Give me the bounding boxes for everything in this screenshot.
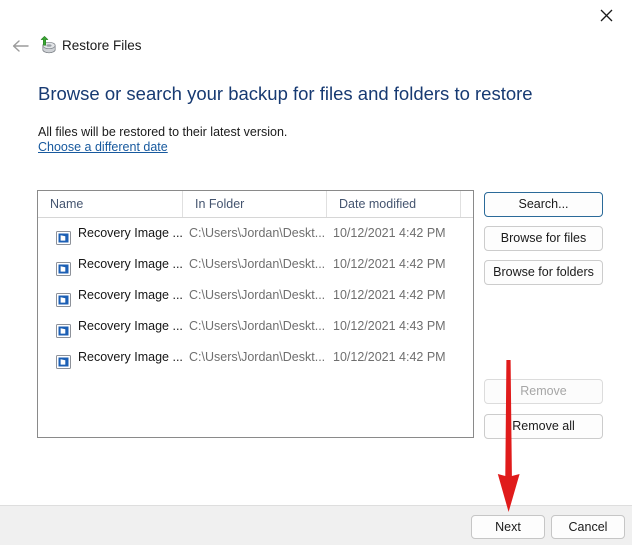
column-header-date-modified[interactable]: Date modified bbox=[327, 191, 461, 217]
image-file-icon bbox=[56, 257, 71, 271]
cell-in-folder: C:\Users\Jordan\Deskt... bbox=[183, 280, 327, 311]
page-title: Browse or search your backup for files a… bbox=[38, 82, 533, 106]
cell-in-folder: C:\Users\Jordan\Deskt... bbox=[183, 342, 327, 373]
footer-bar: Next Cancel bbox=[0, 505, 632, 545]
search-button[interactable]: Search... bbox=[484, 192, 603, 217]
cell-date-modified: 10/12/2021 4:42 PM bbox=[327, 280, 461, 311]
browse-for-files-button[interactable]: Browse for files bbox=[484, 226, 603, 251]
restore-files-icon bbox=[37, 36, 57, 56]
file-list[interactable]: Name In Folder Date modified Recovery Im… bbox=[37, 190, 474, 438]
table-row[interactable]: Recovery Image ...C:\Users\Jordan\Deskt.… bbox=[38, 311, 473, 342]
image-file-icon bbox=[56, 350, 71, 364]
file-list-rows: Recovery Image ...C:\Users\Jordan\Deskt.… bbox=[38, 218, 473, 373]
cell-date-modified: 10/12/2021 4:43 PM bbox=[327, 311, 461, 342]
remove-button: Remove bbox=[484, 379, 603, 404]
cell-date-modified: 10/12/2021 4:42 PM bbox=[327, 342, 461, 373]
choose-different-date-link[interactable]: Choose a different date bbox=[38, 139, 168, 155]
remove-all-button[interactable]: Remove all bbox=[484, 414, 603, 439]
file-name-label: Recovery Image ... bbox=[78, 350, 183, 364]
table-row[interactable]: Recovery Image ...C:\Users\Jordan\Deskt.… bbox=[38, 280, 473, 311]
file-name-label: Recovery Image ... bbox=[78, 288, 183, 302]
cell-in-folder: C:\Users\Jordan\Deskt... bbox=[183, 249, 327, 280]
page-subtitle: All files will be restored to their late… bbox=[38, 124, 287, 140]
navigation-bar: Restore Files bbox=[0, 32, 632, 60]
file-name-label: Recovery Image ... bbox=[78, 319, 183, 333]
back-button[interactable] bbox=[6, 32, 34, 60]
close-icon bbox=[600, 9, 613, 22]
cell-date-modified: 10/12/2021 4:42 PM bbox=[327, 218, 461, 249]
file-name-label: Recovery Image ... bbox=[78, 257, 183, 271]
table-row[interactable]: Recovery Image ...C:\Users\Jordan\Deskt.… bbox=[38, 249, 473, 280]
table-row[interactable]: Recovery Image ...C:\Users\Jordan\Deskt.… bbox=[38, 218, 473, 249]
window-close-button[interactable] bbox=[580, 0, 632, 30]
column-header-name[interactable]: Name bbox=[38, 191, 183, 217]
column-header-spacer[interactable] bbox=[461, 191, 473, 217]
file-list-header: Name In Folder Date modified bbox=[38, 191, 473, 218]
cell-in-folder: C:\Users\Jordan\Deskt... bbox=[183, 311, 327, 342]
cell-name: Recovery Image ... bbox=[38, 311, 183, 342]
image-file-icon bbox=[56, 319, 71, 333]
cell-name: Recovery Image ... bbox=[38, 342, 183, 373]
cell-name: Recovery Image ... bbox=[38, 218, 183, 249]
column-header-in-folder[interactable]: In Folder bbox=[183, 191, 327, 217]
image-file-icon bbox=[56, 226, 71, 240]
cell-date-modified: 10/12/2021 4:42 PM bbox=[327, 249, 461, 280]
cancel-button[interactable]: Cancel bbox=[551, 515, 625, 539]
cell-name: Recovery Image ... bbox=[38, 249, 183, 280]
image-file-icon bbox=[56, 288, 71, 302]
cell-name: Recovery Image ... bbox=[38, 280, 183, 311]
browse-for-folders-button[interactable]: Browse for folders bbox=[484, 260, 603, 285]
cell-in-folder: C:\Users\Jordan\Deskt... bbox=[183, 218, 327, 249]
table-row[interactable]: Recovery Image ...C:\Users\Jordan\Deskt.… bbox=[38, 342, 473, 373]
next-button[interactable]: Next bbox=[471, 515, 545, 539]
back-arrow-icon bbox=[12, 39, 29, 53]
nav-title: Restore Files bbox=[62, 36, 142, 56]
file-name-label: Recovery Image ... bbox=[78, 226, 183, 240]
